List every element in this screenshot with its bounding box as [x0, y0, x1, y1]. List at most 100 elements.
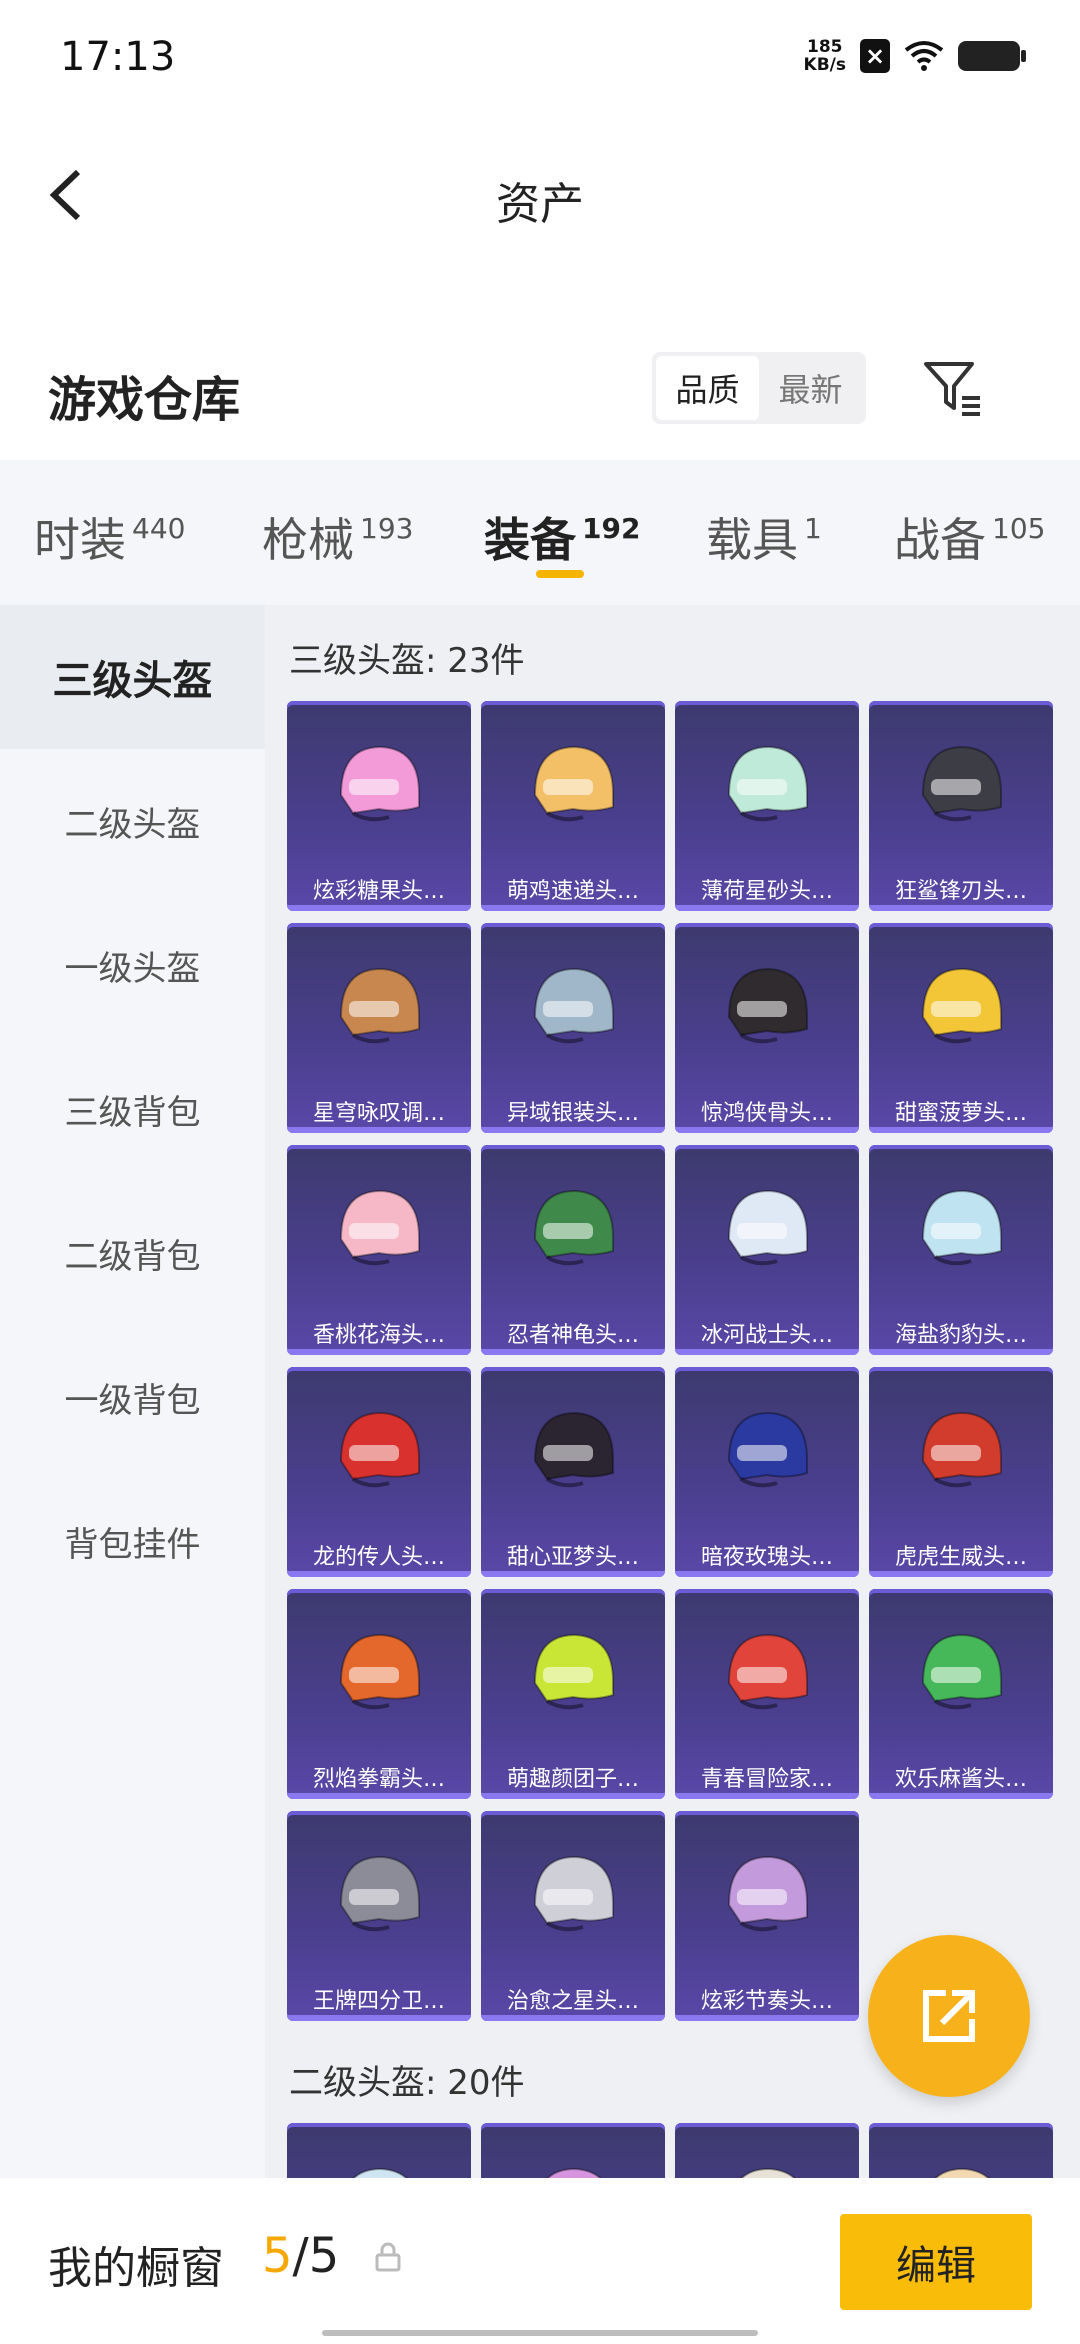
filter-icon[interactable]	[920, 356, 984, 420]
sidebar-item-level3-helmet[interactable]: 三级头盔	[0, 605, 265, 749]
section-title: 二级头盔: 20件	[289, 2063, 525, 2103]
network-speed: 185 KB/s	[804, 38, 846, 74]
sidebar-item-level3-backpack[interactable]: 三级背包	[0, 1037, 265, 1181]
rarity-stripe	[481, 1793, 665, 1799]
tab-count: 193	[360, 512, 414, 545]
battery-icon	[958, 41, 1026, 71]
item-card[interactable]: 欢乐麻酱头…	[869, 1589, 1053, 1799]
item-card[interactable]: 烈焰拳霸头…	[287, 1589, 471, 1799]
rarity-stripe	[287, 1349, 471, 1355]
item-name: 惊鸿侠骨头…	[700, 1101, 833, 1126]
clock: 17:13	[60, 34, 176, 80]
tab-weapons[interactable]: 枪械 193	[262, 504, 413, 570]
active-tab-indicator	[536, 570, 584, 578]
rarity-stripe	[287, 1793, 471, 1799]
item-card[interactable]: 萌鸡速递头…	[481, 701, 665, 911]
rarity-stripe	[869, 1793, 1053, 1799]
sidebar-item-level1-backpack[interactable]: 一级背包	[0, 1325, 265, 1469]
rarity-stripe	[287, 2015, 471, 2021]
rarity-stripe	[287, 1571, 471, 1577]
rarity-stripe	[481, 1349, 665, 1355]
item-name: 狂鲨锋刃头…	[894, 879, 1027, 904]
item-card[interactable]	[481, 2123, 665, 2180]
item-card[interactable]: 薄荷星砂头…	[675, 701, 859, 911]
item-name: 青春冒险家…	[700, 1767, 833, 1792]
tab-gear[interactable]: 战备 105	[894, 504, 1045, 570]
sidebar-item-level2-helmet[interactable]: 二级头盔	[0, 749, 265, 893]
helmet-icon	[339, 967, 420, 1044]
helmet-icon	[727, 1411, 808, 1488]
rarity-stripe	[481, 905, 665, 911]
item-name: 萌趣颜团子…	[506, 1767, 639, 1792]
item-card[interactable]: 王牌四分卫…	[287, 1811, 471, 2021]
item-card[interactable]: 忍者神龟头…	[481, 1145, 665, 1355]
item-card[interactable]: 异域银装头…	[481, 923, 665, 1133]
item-card[interactable]	[287, 2123, 471, 2180]
rarity-stripe	[481, 1571, 665, 1577]
item-card[interactable]: 龙的传人头…	[287, 1367, 471, 1577]
item-name: 王牌四分卫…	[312, 1989, 445, 2014]
item-card[interactable]: 星穹咏叹调…	[287, 923, 471, 1133]
sort-newest-button[interactable]: 最新	[759, 356, 862, 420]
item-card[interactable]: 惊鸿侠骨头…	[675, 923, 859, 1133]
helmet-icon	[339, 745, 420, 822]
sidebar-item-backpack-charm[interactable]: 背包挂件	[0, 1469, 265, 1613]
tab-label: 战备	[894, 513, 986, 567]
item-card[interactable]	[869, 2123, 1053, 2180]
helmet-icon	[533, 1633, 614, 1710]
item-card[interactable]: 青春冒险家…	[675, 1589, 859, 1799]
item-name: 治愈之星头…	[506, 1989, 639, 2014]
item-name: 烈焰拳霸头…	[312, 1767, 445, 1792]
helmet-icon	[727, 745, 808, 822]
item-card[interactable]: 萌趣颜团子…	[481, 1589, 665, 1799]
showcase-separator: /	[292, 2228, 309, 2284]
helmet-icon	[921, 967, 1002, 1044]
item-card[interactable]: 香桃花海头…	[287, 1145, 471, 1355]
helmet-icon	[339, 1411, 420, 1488]
item-name: 香桃花海头…	[312, 1323, 445, 1348]
tab-vehicles[interactable]: 载具 1	[706, 504, 822, 570]
helmet-icon	[339, 1633, 420, 1710]
sidebar-item-level1-helmet[interactable]: 一级头盔	[0, 893, 265, 1037]
item-card[interactable]: 海盐豹豹头…	[869, 1145, 1053, 1355]
tab-equipment[interactable]: 装备 192	[484, 504, 640, 570]
item-card[interactable]: 甜心亚梦头…	[481, 1367, 665, 1577]
item-card[interactable]	[675, 2123, 859, 2180]
rarity-stripe	[675, 1127, 859, 1133]
item-card[interactable]: 狂鲨锋刃头…	[869, 701, 1053, 911]
tab-label: 枪械	[262, 513, 354, 567]
network-speed-unit: KB/s	[803, 55, 846, 75]
item-card[interactable]: 炫彩糖果头…	[287, 701, 471, 911]
helmet-icon	[921, 1411, 1002, 1488]
rarity-stripe	[481, 1127, 665, 1133]
helmet-icon	[350, 2167, 410, 2180]
share-icon	[923, 1990, 975, 2042]
rarity-stripe	[675, 905, 859, 911]
item-grid	[287, 2123, 1053, 2180]
item-name: 炫彩糖果头…	[312, 879, 445, 904]
network-speed-value: 185	[807, 37, 843, 57]
helmet-icon	[544, 2167, 604, 2180]
item-name: 甜心亚梦头…	[506, 1545, 639, 1570]
tab-count: 440	[132, 512, 186, 545]
item-name: 萌鸡速递头…	[506, 879, 639, 904]
showcase-label: 我的橱窗	[48, 2243, 224, 2294]
item-card[interactable]: 炫彩节奏头…	[675, 1811, 859, 2021]
item-name: 虎虎生威头…	[894, 1545, 1027, 1570]
sidebar-item-level2-backpack[interactable]: 二级背包	[0, 1181, 265, 1325]
item-card[interactable]: 暗夜玫瑰头…	[675, 1367, 859, 1577]
tab-fashion[interactable]: 时装 440	[34, 504, 185, 570]
item-card[interactable]: 冰河战士头…	[675, 1145, 859, 1355]
item-name: 甜蜜菠萝头…	[894, 1101, 1027, 1126]
item-card[interactable]: 治愈之星头…	[481, 1811, 665, 2021]
item-name: 暗夜玫瑰头…	[700, 1545, 833, 1570]
share-button[interactable]	[868, 1935, 1030, 2097]
item-name: 炫彩节奏头…	[700, 1989, 833, 2014]
subcategory-sidebar: 三级头盔 二级头盔 一级头盔 三级背包 二级背包 一级背包 背包挂件	[0, 605, 265, 2180]
item-card[interactable]: 甜蜜菠萝头…	[869, 923, 1053, 1133]
sort-quality-button[interactable]: 品质	[656, 356, 759, 420]
item-card[interactable]: 虎虎生威头…	[869, 1367, 1053, 1577]
tab-label: 时装	[34, 513, 126, 567]
tab-label: 装备	[484, 513, 576, 567]
edit-button[interactable]: 编辑	[840, 2214, 1032, 2310]
